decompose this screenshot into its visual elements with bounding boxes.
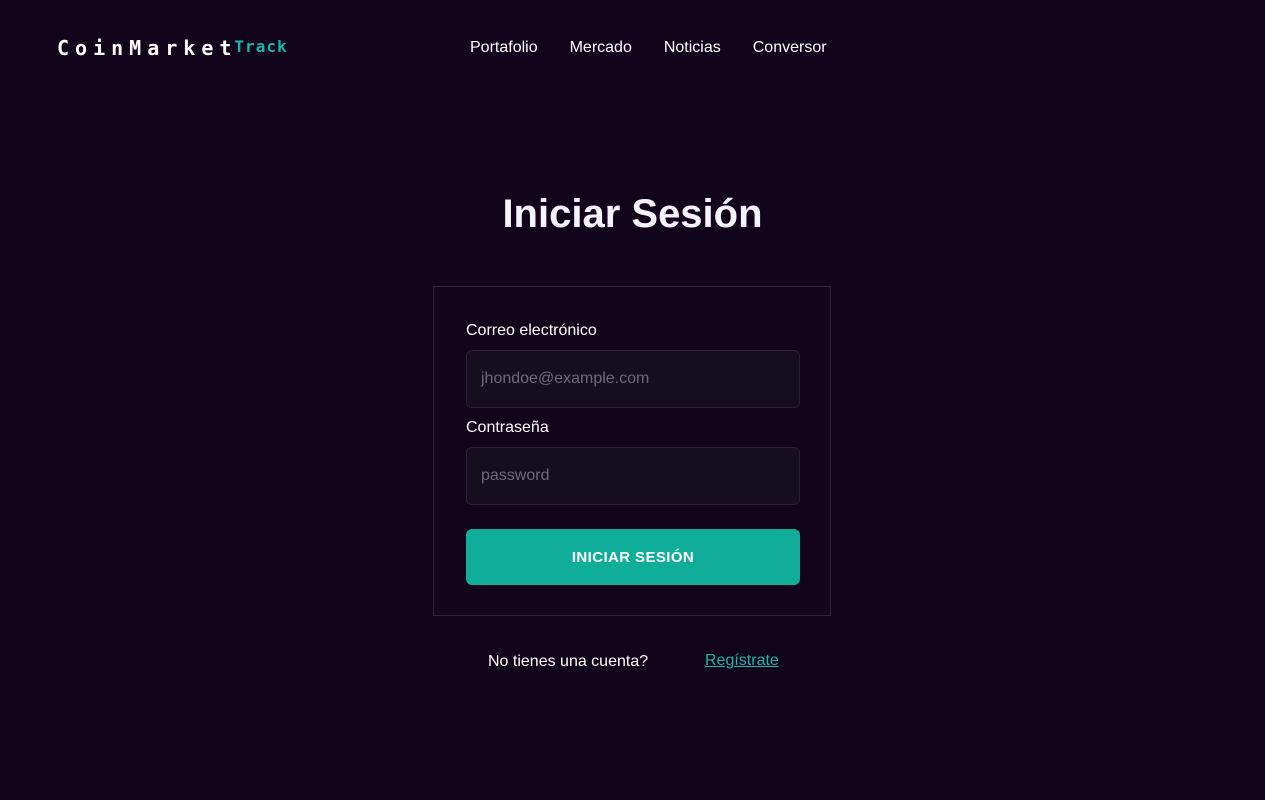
password-field[interactable] (466, 447, 800, 505)
main-nav: Portafolio Mercado Noticias Conversor (470, 39, 827, 57)
nav-link-conversor[interactable]: Conversor (753, 39, 827, 57)
email-label: Correo electrónico (466, 322, 597, 339)
nav-link-mercado[interactable]: Mercado (570, 39, 632, 57)
email-field[interactable] (466, 350, 800, 408)
logo-main-text: CoinMarket (57, 36, 238, 60)
logo-accent-text: Track (234, 37, 288, 56)
nav-link-portafolio[interactable]: Portafolio (470, 39, 538, 57)
register-link[interactable]: Regístrate (705, 652, 779, 670)
logo[interactable]: CoinMarket Track (57, 36, 288, 60)
login-form: Correo electrónico Contraseña INICIAR SE… (433, 286, 831, 616)
site-header: CoinMarket Track Portafolio Mercado Noti… (0, 0, 1265, 96)
login-button[interactable]: INICIAR SESIÓN (466, 529, 800, 585)
nav-link-noticias[interactable]: Noticias (664, 39, 721, 57)
password-label: Contraseña (466, 419, 549, 436)
page-title: Iniciar Sesión (502, 192, 763, 236)
no-account-text: No tienes una cuenta? (488, 653, 649, 670)
